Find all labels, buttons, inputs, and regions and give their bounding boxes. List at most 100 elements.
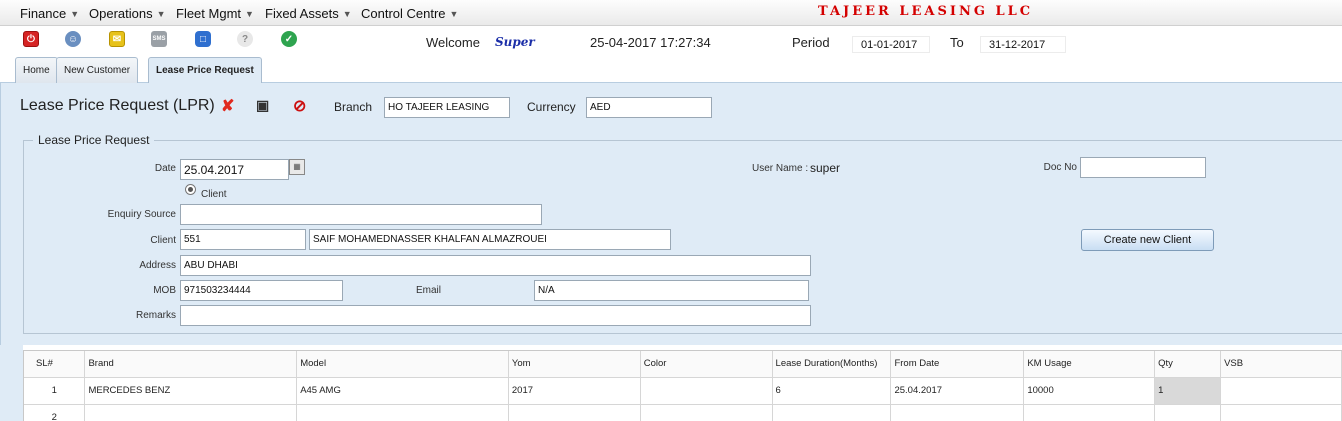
period-from-field[interactable]: 01-01-2017 xyxy=(852,36,930,53)
enquiry-source-label: Enquiry Source xyxy=(107,209,176,220)
grid-margin xyxy=(0,345,23,421)
remarks-label: Remarks xyxy=(135,310,176,321)
power-icon[interactable]: ⏻ xyxy=(23,31,39,47)
cell-yom[interactable]: 2017 xyxy=(508,377,641,405)
mob-field[interactable]: 971503234444 xyxy=(180,280,343,301)
create-new-client-button[interactable]: Create new Client xyxy=(1081,229,1214,251)
company-name: TAJEER LEASING LLC xyxy=(818,4,1034,19)
col-color: Color xyxy=(640,351,773,378)
branch-label: Branch xyxy=(334,100,373,114)
client-code-field[interactable]: 551 xyxy=(180,229,306,250)
cell-brand[interactable] xyxy=(84,404,298,421)
mail-icon[interactable]: ✉ xyxy=(109,31,125,47)
email-label: Email xyxy=(416,285,442,296)
fieldset-legend: Lease Price Request xyxy=(33,133,155,147)
welcome-user: Super xyxy=(495,35,535,49)
period-to-label: To xyxy=(950,35,964,50)
menu-control-centre[interactable]: Control Centre ▼ xyxy=(361,6,458,21)
users-icon[interactable]: ☺ xyxy=(65,31,81,47)
menu-finance[interactable]: Finance ▼ xyxy=(20,6,79,21)
items-grid: SL# Brand Model Yom Color Lease Duration… xyxy=(23,350,1342,421)
calendar-icon[interactable]: ▦ xyxy=(289,159,305,175)
cell-sl: 2 xyxy=(24,404,86,421)
col-vsb: VSB xyxy=(1220,351,1342,378)
cell-vsb[interactable] xyxy=(1220,377,1342,405)
enquiry-source-field[interactable] xyxy=(180,204,542,225)
docno-label: Doc No xyxy=(1043,162,1077,173)
date-field[interactable]: 25.04.2017 xyxy=(180,159,289,180)
ok-check-icon[interactable]: ✓ xyxy=(281,31,297,47)
cell-km-usage[interactable] xyxy=(1023,404,1156,421)
save-icon[interactable]: ▣ xyxy=(256,97,269,114)
currency-label: Currency xyxy=(527,100,576,114)
cell-km-usage[interactable]: 10000 xyxy=(1023,377,1156,405)
tab-new-customer[interactable]: New Customer xyxy=(56,57,139,83)
main-panel: Lease Price Request (LPR) ✘ ▣ ⊘ Branch H… xyxy=(0,83,1342,345)
cell-brand[interactable]: MERCEDES BENZ xyxy=(84,377,298,405)
cell-qty[interactable]: 1 xyxy=(1154,377,1222,405)
col-lease-duration: Lease Duration(Months) xyxy=(772,351,892,378)
menu-fleet-mgmt[interactable]: Fleet Mgmt ▼ xyxy=(176,6,254,21)
client-radio[interactable] xyxy=(185,184,196,195)
cell-lease-duration[interactable]: 6 xyxy=(772,377,892,405)
chevron-down-icon: ▼ xyxy=(70,8,80,19)
cancel-icon[interactable]: ✘ xyxy=(221,96,234,116)
cell-color[interactable] xyxy=(640,404,773,421)
currency-field[interactable]: AED xyxy=(586,97,712,118)
menu-bar: Finance ▼ Operations ▼ Fleet Mgmt ▼ Fixed A… xyxy=(0,0,1342,26)
branch-field[interactable]: HO TAJEER LEASING xyxy=(384,97,510,118)
chevron-down-icon: ▼ xyxy=(245,8,254,19)
docno-field[interactable] xyxy=(1080,157,1206,178)
tab-home[interactable]: Home xyxy=(15,57,58,83)
cell-vsb[interactable] xyxy=(1220,404,1342,421)
chevron-down-icon: ▼ xyxy=(156,8,166,19)
items-table: SL# Brand Model Yom Color Lease Duration… xyxy=(24,351,1342,421)
cell-model[interactable] xyxy=(296,404,509,421)
chevron-down-icon: ▼ xyxy=(342,8,352,19)
col-sl: SL# xyxy=(24,351,86,378)
address-field[interactable]: ABU DHABI xyxy=(180,255,811,276)
stop-icon[interactable]: ⊘ xyxy=(293,96,306,116)
cell-qty[interactable] xyxy=(1154,404,1222,421)
username-label: User Name : xyxy=(752,163,809,174)
table-row[interactable]: 1 MERCEDES BENZ A45 AMG 2017 6 25.04.201… xyxy=(24,377,1342,405)
col-qty: Qty xyxy=(1154,351,1222,378)
client-radio-label: Client xyxy=(201,189,227,200)
menu-fixed-assets[interactable]: Fixed Assets ▼ xyxy=(265,6,352,21)
page-title: Lease Price Request (LPR) xyxy=(20,97,215,114)
current-datetime: 25-04-2017 17:27:34 xyxy=(590,35,711,50)
cell-color[interactable] xyxy=(640,377,773,405)
mob-label: MOB xyxy=(153,285,176,296)
period-to-field[interactable]: 31-12-2017 xyxy=(980,36,1066,53)
chat-icon[interactable]: □ xyxy=(195,31,211,47)
email-field[interactable]: N/A xyxy=(534,280,809,301)
cell-from-date[interactable]: 25.04.2017 xyxy=(890,377,1025,405)
tab-lease-price-request[interactable]: Lease Price Request xyxy=(148,57,262,84)
help-icon[interactable]: ? xyxy=(237,31,253,47)
username-value: super xyxy=(810,161,841,175)
menu-operations[interactable]: Operations ▼ xyxy=(89,6,166,21)
col-brand: Brand xyxy=(84,351,298,378)
menu-fleet-mgmt-label: Fleet Mgmt xyxy=(176,6,242,21)
sms-icon[interactable]: SMS xyxy=(151,31,167,47)
client-label: Client xyxy=(150,235,176,246)
menu-finance-label: Finance xyxy=(20,6,67,21)
chevron-down-icon: ▼ xyxy=(449,8,459,19)
toolbar: ⏻ ☺ ✉ SMS □ ? ✓ Welcome Super 25-04-2017… xyxy=(0,26,1342,54)
col-model: Model xyxy=(296,351,509,378)
remarks-field[interactable] xyxy=(180,305,811,326)
menu-fixed-assets-label: Fixed Assets xyxy=(265,6,339,21)
menu-control-centre-label: Control Centre xyxy=(361,6,446,21)
menu-operations-label: Operations xyxy=(89,6,153,21)
col-from-date: From Date xyxy=(890,351,1025,378)
table-row[interactable]: 2 xyxy=(24,404,1342,421)
welcome-label: Welcome xyxy=(426,35,480,50)
client-name-field[interactable]: SAIF MOHAMEDNASSER KHALFAN ALMAZROUEI xyxy=(309,229,671,250)
period-label: Period xyxy=(792,35,830,50)
tab-strip: Home New Customer Lease Price Request xyxy=(0,54,1342,84)
table-header-row: SL# Brand Model Yom Color Lease Duration… xyxy=(24,351,1342,378)
cell-from-date[interactable] xyxy=(890,404,1025,421)
cell-lease-duration[interactable] xyxy=(772,404,892,421)
cell-model[interactable]: A45 AMG xyxy=(296,377,509,405)
cell-yom[interactable] xyxy=(508,404,641,421)
